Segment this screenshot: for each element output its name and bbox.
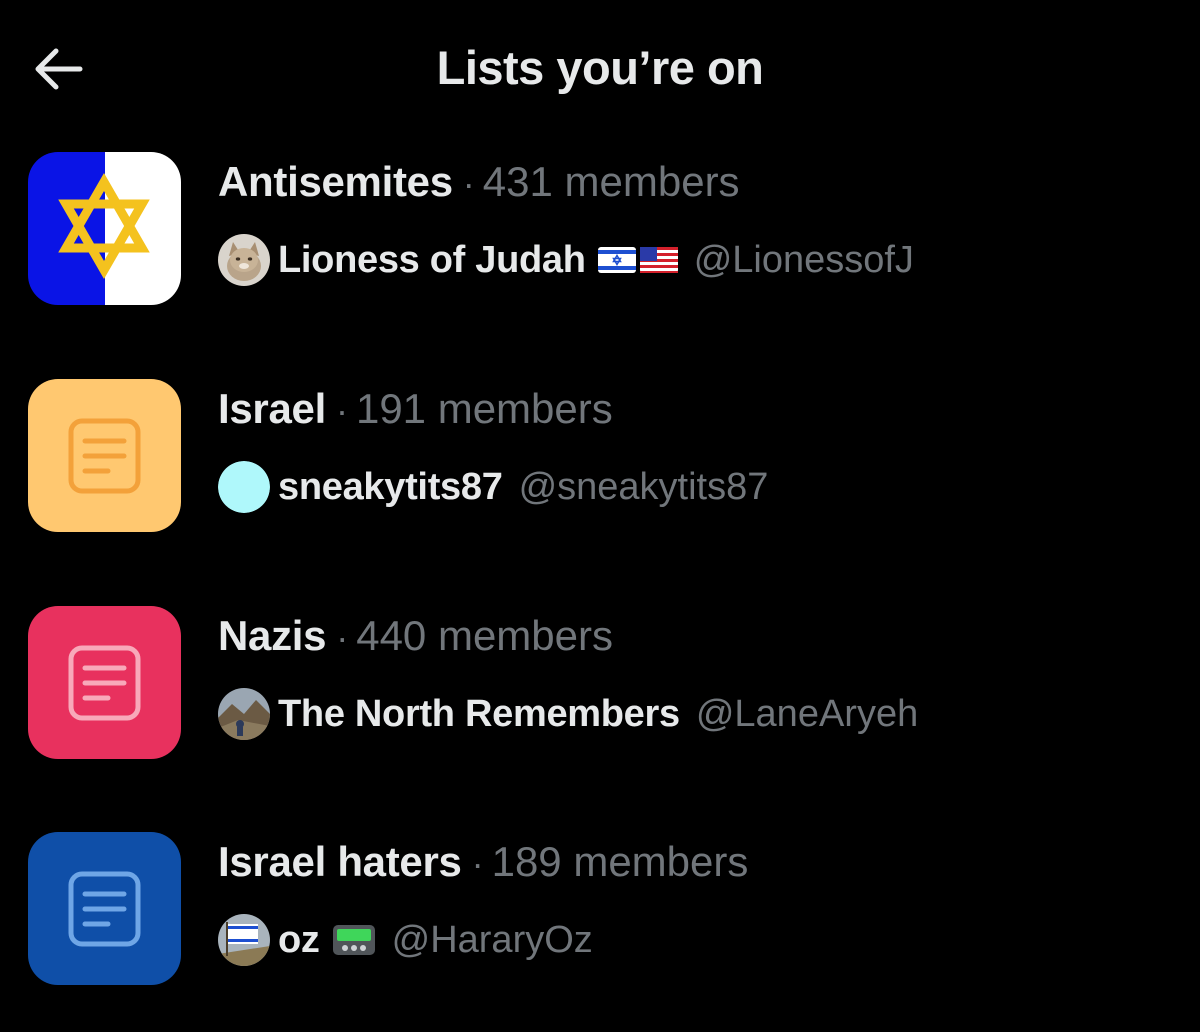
list-document-icon — [28, 832, 181, 985]
avatar — [218, 914, 270, 966]
list-item-israel[interactable]: Israel · 191 members sneakytits87 @sneakyt… — [0, 379, 1200, 579]
israel-flag-icon — [597, 247, 636, 273]
avatar — [218, 234, 270, 286]
list-icon — [28, 832, 181, 985]
list-item-antisemites[interactable]: Antisemites · 431 members Lioness of Judah — [0, 152, 1200, 352]
list-icon — [28, 606, 181, 759]
page-title: Lists you’re on — [436, 41, 764, 94]
cat-avatar-icon — [218, 234, 270, 286]
owner-name: Lioness of Judah — [278, 238, 586, 281]
separator-dot: · — [471, 843, 484, 884]
list-icon — [28, 152, 181, 305]
owner-handle: @sneakytits87 — [518, 465, 769, 508]
list-item-nazis[interactable]: Nazis · 440 members The North Remembers @L… — [0, 606, 1200, 806]
separator-dot: · — [336, 617, 349, 658]
us-flag-icon — [639, 247, 678, 273]
list-owner[interactable]: sneakytits87 @sneakytits87 — [218, 461, 768, 513]
star-of-david-icon — [28, 152, 181, 305]
member-count: 189 members — [491, 838, 749, 885]
list-name: Israel — [218, 385, 326, 432]
pager-icon — [332, 923, 376, 957]
landscape-avatar-icon — [218, 688, 270, 740]
list-icon — [28, 379, 181, 532]
member-count: 191 members — [355, 385, 613, 432]
avatar — [218, 688, 270, 740]
plain-avatar-icon — [218, 461, 270, 513]
list-owner[interactable]: oz @HararyOz — [218, 914, 593, 966]
member-count: 431 members — [482, 158, 740, 205]
list-title-line: Israel haters · 189 members — [218, 836, 748, 890]
flag-avatar-icon — [218, 914, 270, 966]
list-document-icon — [28, 606, 181, 759]
list-item-israel-haters[interactable]: Israel haters · 189 members oz @HararyOz — [0, 832, 1200, 1032]
list-owner[interactable]: Lioness of Judah @LionessofJ — [218, 234, 914, 286]
list-title-line: Nazis · 440 members — [218, 610, 613, 664]
owner-name: sneakytits87 — [278, 465, 503, 508]
separator-dot: · — [335, 390, 348, 431]
owner-handle: @HararyOz — [391, 918, 593, 961]
list-name: Antisemites — [218, 158, 453, 205]
separator-dot: · — [462, 163, 475, 204]
list-title-line: Antisemites · 431 members — [218, 156, 740, 210]
member-count: 440 members — [356, 612, 613, 659]
owner-name: oz — [278, 918, 320, 961]
list-owner[interactable]: The North Remembers @LaneAryeh — [218, 688, 918, 740]
list-title-line: Israel · 191 members — [218, 383, 613, 437]
list-name: Israel haters — [218, 838, 462, 885]
list-document-icon — [28, 379, 181, 532]
owner-handle: @LionessofJ — [693, 238, 914, 281]
owner-handle: @LaneAryeh — [695, 692, 919, 735]
header-bar: Lists you’re on — [0, 0, 1200, 140]
avatar — [218, 461, 270, 513]
owner-name: The North Remembers — [278, 692, 680, 735]
list-name: Nazis — [218, 612, 327, 659]
